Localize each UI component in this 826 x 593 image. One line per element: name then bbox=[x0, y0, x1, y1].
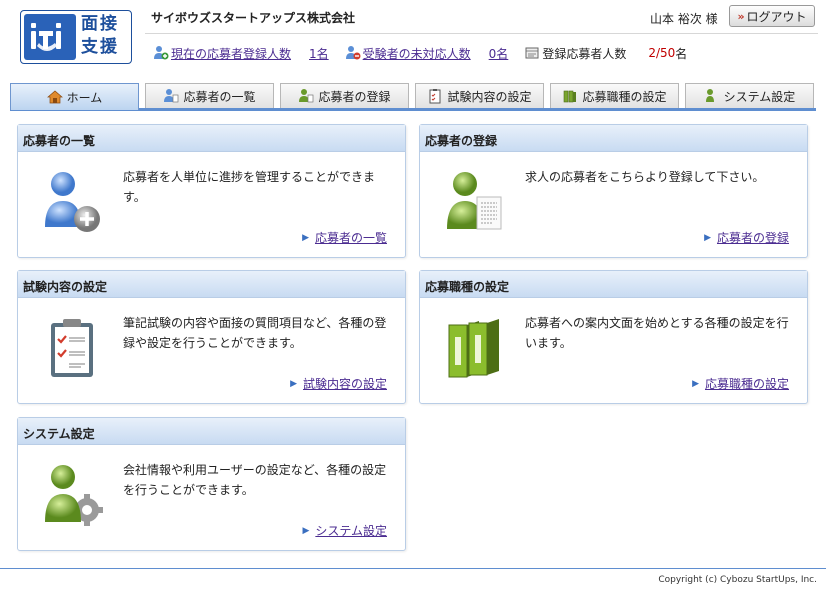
card-title: 応募者の一覧 bbox=[18, 125, 405, 152]
card-link: ▶ 応募者の一覧 bbox=[302, 229, 387, 246]
tab-applicant-list[interactable]: 応募者の一覧 bbox=[145, 83, 274, 108]
play-arrow-icon: ▶ bbox=[302, 525, 310, 536]
card-title: 試験内容の設定 bbox=[18, 271, 405, 298]
person-add-large-icon bbox=[43, 169, 103, 235]
tab-home[interactable]: ホーム bbox=[10, 83, 139, 110]
logout-button[interactable]: » ログアウト bbox=[729, 5, 815, 27]
home-icon bbox=[46, 90, 63, 104]
job-type-icon bbox=[564, 90, 577, 103]
footer-divider bbox=[0, 568, 826, 569]
card-job-type: 応募職種の設定 応募者への案内文面を始めとする各種の設定を行います。 ▶ 応募職… bbox=[419, 270, 808, 404]
stats-bar: 現在の応募者登録人数 1名 受験者の未対応人数 0名 登録応募者人数 2/50 名 bbox=[153, 44, 703, 62]
card-description: 会社情報や利用ユーザーの設定など、各種の設定を行うことができます。 bbox=[123, 463, 387, 497]
card-link: ▶ 試験内容の設定 bbox=[290, 375, 387, 392]
stat-current-applicants: 現在の応募者登録人数 1名 bbox=[153, 45, 329, 62]
card-link: ▶ 応募職種の設定 bbox=[692, 375, 789, 392]
stat-registered: 登録応募者人数 2/50 名 bbox=[524, 45, 687, 62]
binders-icon bbox=[445, 315, 505, 381]
tab-system-settings[interactable]: システム設定 bbox=[685, 83, 814, 108]
header-divider bbox=[145, 33, 818, 34]
company-name: サイボウズスタートアップス株式会社 bbox=[151, 11, 356, 25]
registered-unit: 名 bbox=[675, 46, 688, 61]
play-arrow-icon: ▶ bbox=[692, 378, 699, 389]
applicant-register-icon bbox=[299, 89, 314, 103]
card-title: 応募職種の設定 bbox=[420, 271, 807, 298]
registered-label: 登録応募者人数 bbox=[542, 46, 627, 61]
unhandled-link[interactable]: 受験者の未対応人数 0名 bbox=[363, 45, 509, 62]
card-description: 求人の応募者をこちらより登録して下さい。 bbox=[525, 170, 765, 184]
logout-arrow-icon: » bbox=[737, 9, 745, 23]
card-link: ▶ 応募者の登録 bbox=[704, 229, 789, 246]
stat-unhandled: 受験者の未対応人数 0名 bbox=[345, 45, 509, 62]
current-applicants-link[interactable]: 現在の応募者登録人数 1名 bbox=[171, 45, 329, 62]
card-description: 応募者を人単位に進捗を管理することができます。 bbox=[123, 170, 376, 204]
document-icon bbox=[525, 47, 539, 59]
clipboard-checklist-icon bbox=[43, 315, 103, 381]
tab-job-type[interactable]: 応募職種の設定 bbox=[550, 83, 679, 108]
app-logo[interactable]: 面接 支援 bbox=[20, 10, 132, 64]
tab-applicant-register[interactable]: 応募者の登録 bbox=[280, 83, 409, 108]
logout-label: ログアウト bbox=[746, 9, 807, 24]
person-document-icon bbox=[445, 169, 505, 235]
applicant-list-icon bbox=[164, 89, 179, 103]
card-applicant-list: 応募者の一覧 応募者を人単位に進捗を管理することができます。 ▶ 応募者の一覧 bbox=[17, 124, 406, 258]
card-link: ▶ システム設定 bbox=[302, 522, 387, 539]
play-arrow-icon: ▶ bbox=[704, 232, 711, 243]
card-title: 応募者の登録 bbox=[420, 125, 807, 152]
card-description: 応募者への案内文面を始めとする各種の設定を行います。 bbox=[525, 316, 789, 350]
card-exam-settings: 試験内容の設定 筆記試験の内容や面接の質問項目など、各種の登録や設定を行うことが… bbox=[17, 270, 406, 404]
play-arrow-icon: ▶ bbox=[302, 232, 309, 243]
registered-value: 2/50 bbox=[648, 46, 676, 60]
card-title: システム設定 bbox=[18, 418, 405, 445]
main-tabs: ホーム 応募者の一覧 応募者の登録 試験内容の設定 応募職種の設定 システム設定 bbox=[10, 83, 816, 111]
logo-mark-icon bbox=[24, 14, 76, 60]
person-gear-icon bbox=[43, 462, 103, 528]
system-settings-icon bbox=[705, 89, 714, 102]
card-description: 筆記試験の内容や面接の質問項目など、各種の登録や設定を行うことができます。 bbox=[123, 316, 387, 350]
system-settings-link[interactable]: システム設定 bbox=[315, 522, 387, 539]
copyright: Copyright (c) Cybozu StartUps, Inc. bbox=[658, 575, 817, 585]
card-system-settings: システム設定 会社情報や利用ユーザーの設定など、各種の設定を行うことができます。… bbox=[17, 417, 406, 551]
applicant-list-link[interactable]: 応募者の一覧 bbox=[315, 229, 387, 246]
logo-text: 面接 支援 bbox=[81, 14, 119, 57]
person-add-icon bbox=[154, 46, 169, 60]
exam-settings-link[interactable]: 試験内容の設定 bbox=[303, 375, 387, 392]
person-alert-icon bbox=[345, 46, 361, 60]
tab-exam-settings[interactable]: 試験内容の設定 bbox=[415, 83, 544, 108]
play-arrow-icon: ▶ bbox=[290, 378, 297, 389]
user-name: 山本 裕次 様 bbox=[650, 12, 718, 26]
card-applicant-register: 応募者の登録 求人の応募者をこちらより登録して下さい。 ▶ 応募者の登録 bbox=[419, 124, 808, 258]
applicant-register-link[interactable]: 応募者の登録 bbox=[717, 229, 789, 246]
job-type-link[interactable]: 応募職種の設定 bbox=[705, 375, 789, 392]
exam-settings-icon bbox=[429, 89, 441, 104]
